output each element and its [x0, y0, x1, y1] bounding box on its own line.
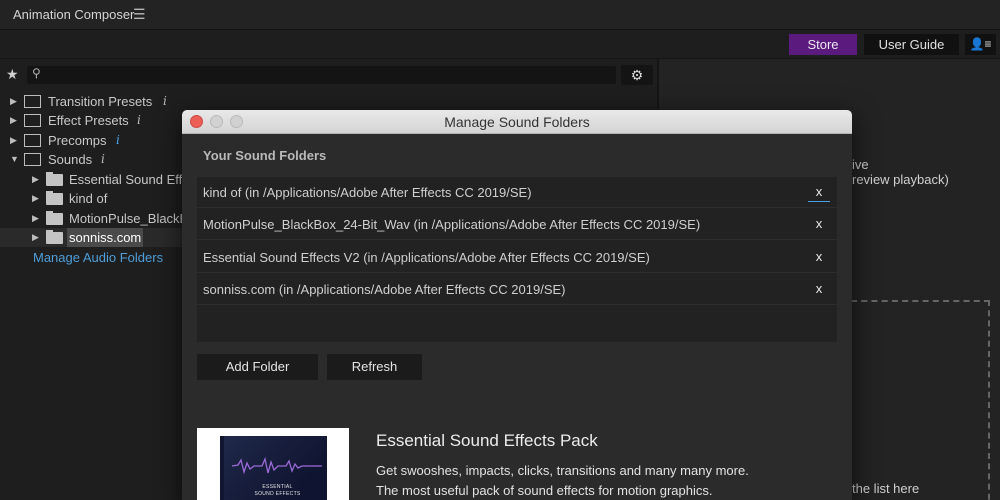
gear-icon[interactable]: ⚙	[621, 65, 653, 85]
info-icon[interactable]: i	[137, 111, 141, 130]
tree-item-label: Transition Presets	[48, 94, 153, 109]
remove-folder-button[interactable]: x	[808, 216, 830, 234]
folder-icon	[46, 211, 63, 225]
panel-text: ive	[852, 157, 869, 172]
expand-arrow-icon[interactable]: ▶	[32, 189, 39, 208]
tree-item-label: MotionPulse_BlackB	[69, 211, 189, 226]
list-item: kind of (in /Applications/Adobe After Ef…	[197, 177, 837, 208]
hamburger-icon[interactable]: ☰	[133, 6, 146, 23]
sound-folder-list: kind of (in /Applications/Adobe After Ef…	[197, 177, 837, 342]
list-item: MotionPulse_BlackBox_24-Bit_Wav (in /App…	[197, 209, 837, 240]
tree-item-transition-presets[interactable]: ▶ Transition Presets i	[0, 92, 657, 111]
expand-arrow-icon[interactable]: ▶	[32, 209, 39, 228]
transition-icon	[24, 95, 41, 108]
info-icon[interactable]: i	[163, 92, 167, 111]
tree-item-label: Essential Sound Effe	[69, 172, 190, 187]
promo-product-image[interactable]: ESSENTIAL SOUND EFFECTS	[197, 428, 349, 500]
remove-folder-button[interactable]: x	[808, 249, 830, 267]
expand-arrow-icon[interactable]: ▶	[10, 111, 17, 130]
app-title: Animation Composer	[13, 7, 135, 22]
precomp-icon	[24, 134, 41, 147]
refresh-button[interactable]: Refresh	[327, 354, 422, 380]
section-heading: Your Sound Folders	[203, 148, 327, 163]
dialog-title: Manage Sound Folders	[444, 114, 590, 130]
search-icon: ⚲	[32, 66, 41, 80]
folder-path: kind of (in /Applications/Adobe After Ef…	[203, 185, 532, 200]
promo-description: Get swooshes, impacts, clicks, transitio…	[376, 463, 749, 478]
list-item: Essential Sound Effects V2 (in /Applicat…	[197, 242, 837, 273]
waveform-icon	[232, 456, 322, 475]
folder-path: sonniss.com (in /Applications/Adobe Afte…	[203, 282, 566, 297]
folder-icon	[46, 191, 63, 205]
add-folder-button[interactable]: Add Folder	[197, 354, 318, 380]
expand-arrow-icon[interactable]: ▶	[10, 131, 17, 150]
expand-arrow-icon[interactable]: ▶	[32, 228, 39, 247]
tree-item-label: kind of	[69, 191, 108, 206]
promo-description: The most useful pack of sound effects fo…	[376, 483, 713, 498]
expand-arrow-icon[interactable]: ▶	[32, 170, 39, 189]
collapse-arrow-icon[interactable]: ▼	[10, 150, 19, 169]
star-icon[interactable]: ★	[6, 66, 19, 83]
user-list-icon[interactable]: 👤≡	[965, 34, 996, 55]
folder-path: MotionPulse_BlackBox_24-Bit_Wav (in /App…	[203, 217, 701, 232]
promo-title: Essential Sound Effects Pack	[376, 431, 598, 450]
dialog-titlebar[interactable]: Manage Sound Folders	[182, 110, 852, 134]
list-item: sonniss.com (in /Applications/Adobe Afte…	[197, 274, 837, 305]
drop-zone[interactable]	[851, 300, 990, 500]
manage-sound-folders-dialog: Manage Sound Folders Your Sound Folders …	[182, 110, 852, 500]
folder-icon	[46, 172, 63, 186]
info-icon[interactable]: i	[101, 150, 105, 169]
info-icon[interactable]: i	[116, 131, 120, 150]
folder-icon	[46, 230, 63, 244]
remove-folder-button[interactable]: x	[808, 281, 830, 299]
sound-icon	[24, 153, 41, 166]
panel-header: Animation Composer ☰	[0, 0, 1000, 30]
effect-icon	[24, 114, 41, 127]
remove-folder-button[interactable]: x	[808, 184, 830, 202]
expand-arrow-icon[interactable]: ▶	[10, 92, 17, 111]
tree-item-label: Sounds	[48, 152, 93, 167]
manage-audio-folders-link[interactable]: Manage Audio Folders	[33, 250, 163, 265]
tree-item-label: Precomps	[48, 133, 107, 148]
folder-path: Essential Sound Effects V2 (in /Applicat…	[203, 250, 650, 265]
tree-item-label: Effect Presets	[48, 113, 129, 128]
user-guide-button[interactable]: User Guide	[864, 34, 959, 55]
tree-item-label: sonniss.com	[67, 228, 144, 247]
product-box-title: ESSENTIAL SOUND EFFECTS	[254, 484, 301, 497]
store-button[interactable]: Store	[789, 34, 857, 55]
panel-text: review playback)	[852, 172, 949, 187]
panel-text: the list here	[852, 481, 920, 496]
product-box-art: ESSENTIAL SOUND EFFECTS	[220, 436, 327, 500]
search-input[interactable]: ⚲	[27, 66, 616, 84]
